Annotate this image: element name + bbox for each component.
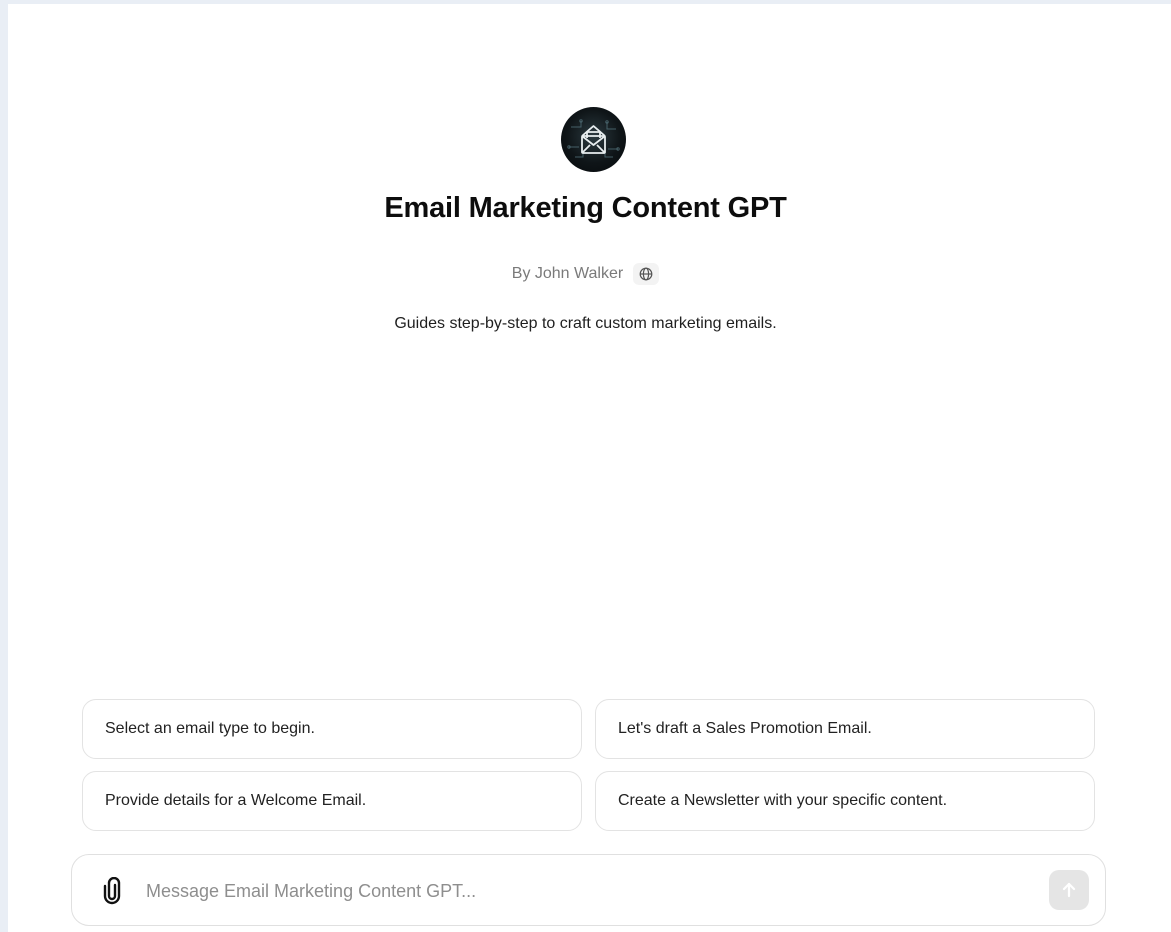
author-name: By John Walker: [511, 265, 624, 282]
suggestion-newsletter[interactable]: Create a Newsletter with your specific c…: [595, 771, 1095, 831]
message-input[interactable]: [146, 875, 1026, 907]
suggestion-label: Provide details for a Welcome Email.: [105, 792, 367, 809]
suggestion-label: Let's draft a Sales Promotion Email.: [618, 720, 872, 737]
author-line: By John Walker: [0, 263, 1171, 285]
arrow-up-icon: [1062, 882, 1076, 898]
suggestion-label: Create a Newsletter with your specific c…: [618, 792, 948, 809]
gpt-header: Email Marketing Content GPT By John Walk…: [0, 0, 1171, 340]
suggestion-welcome-email[interactable]: Provide details for a Welcome Email.: [82, 771, 582, 831]
gpt-title: Email Marketing Content GPT: [384, 192, 787, 224]
send-button[interactable]: [1049, 870, 1089, 910]
gpt-avatar: [561, 107, 626, 172]
paperclip-icon[interactable]: [100, 876, 124, 905]
suggestion-label: Select an email type to begin.: [105, 720, 315, 737]
envelope-icon: [567, 119, 620, 158]
globe-icon[interactable]: [633, 263, 660, 285]
suggestion-sales-promotion[interactable]: Let's draft a Sales Promotion Email.: [595, 699, 1095, 759]
gpt-description: Guides step-by-step to craft custom mark…: [394, 315, 777, 332]
message-composer: [71, 854, 1106, 926]
suggestion-select-type[interactable]: Select an email type to begin.: [82, 699, 582, 759]
